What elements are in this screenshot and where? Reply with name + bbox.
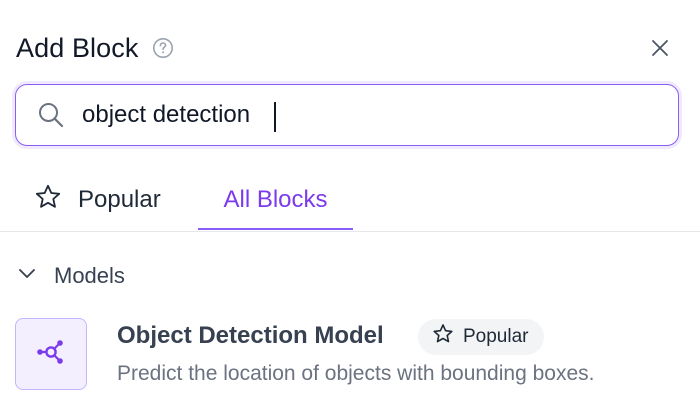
section-models-header[interactable]: Models (16, 258, 125, 294)
tab-all-blocks-label: All Blocks (223, 186, 328, 213)
block-icon-tile (15, 318, 87, 390)
tab-popular[interactable]: Popular (34, 170, 161, 230)
search-box (15, 84, 679, 146)
star-outline-icon (34, 183, 62, 218)
dialog-title: Add Block (16, 32, 139, 63)
block-name: Object Detection Model (117, 322, 384, 349)
tab-bar: Popular All Blocks (0, 170, 700, 232)
badge-label: Popular (463, 326, 529, 347)
tab-popular-label: Popular (78, 186, 161, 213)
text-cursor (274, 102, 276, 132)
close-button[interactable] (646, 36, 674, 64)
block-item-object-detection-model[interactable]: Object Detection Model Popular Predict t… (15, 318, 695, 394)
search-icon (37, 101, 65, 129)
section-label: Models (54, 263, 125, 288)
question-circle-icon[interactable] (152, 37, 174, 59)
graph-nodes-icon (34, 335, 68, 374)
dialog-header: Add Block (16, 28, 174, 68)
block-description: Predict the location of objects with bou… (117, 362, 595, 385)
popular-badge: Popular (418, 319, 544, 355)
tab-all-blocks[interactable]: All Blocks (198, 170, 353, 230)
search-input[interactable] (82, 101, 662, 129)
add-block-dialog: Add Block object detection Popular All B… (0, 0, 700, 408)
chevron-down-icon (16, 262, 38, 290)
active-tab-indicator (198, 228, 353, 230)
star-outline-icon (432, 323, 454, 351)
close-icon (650, 38, 670, 63)
